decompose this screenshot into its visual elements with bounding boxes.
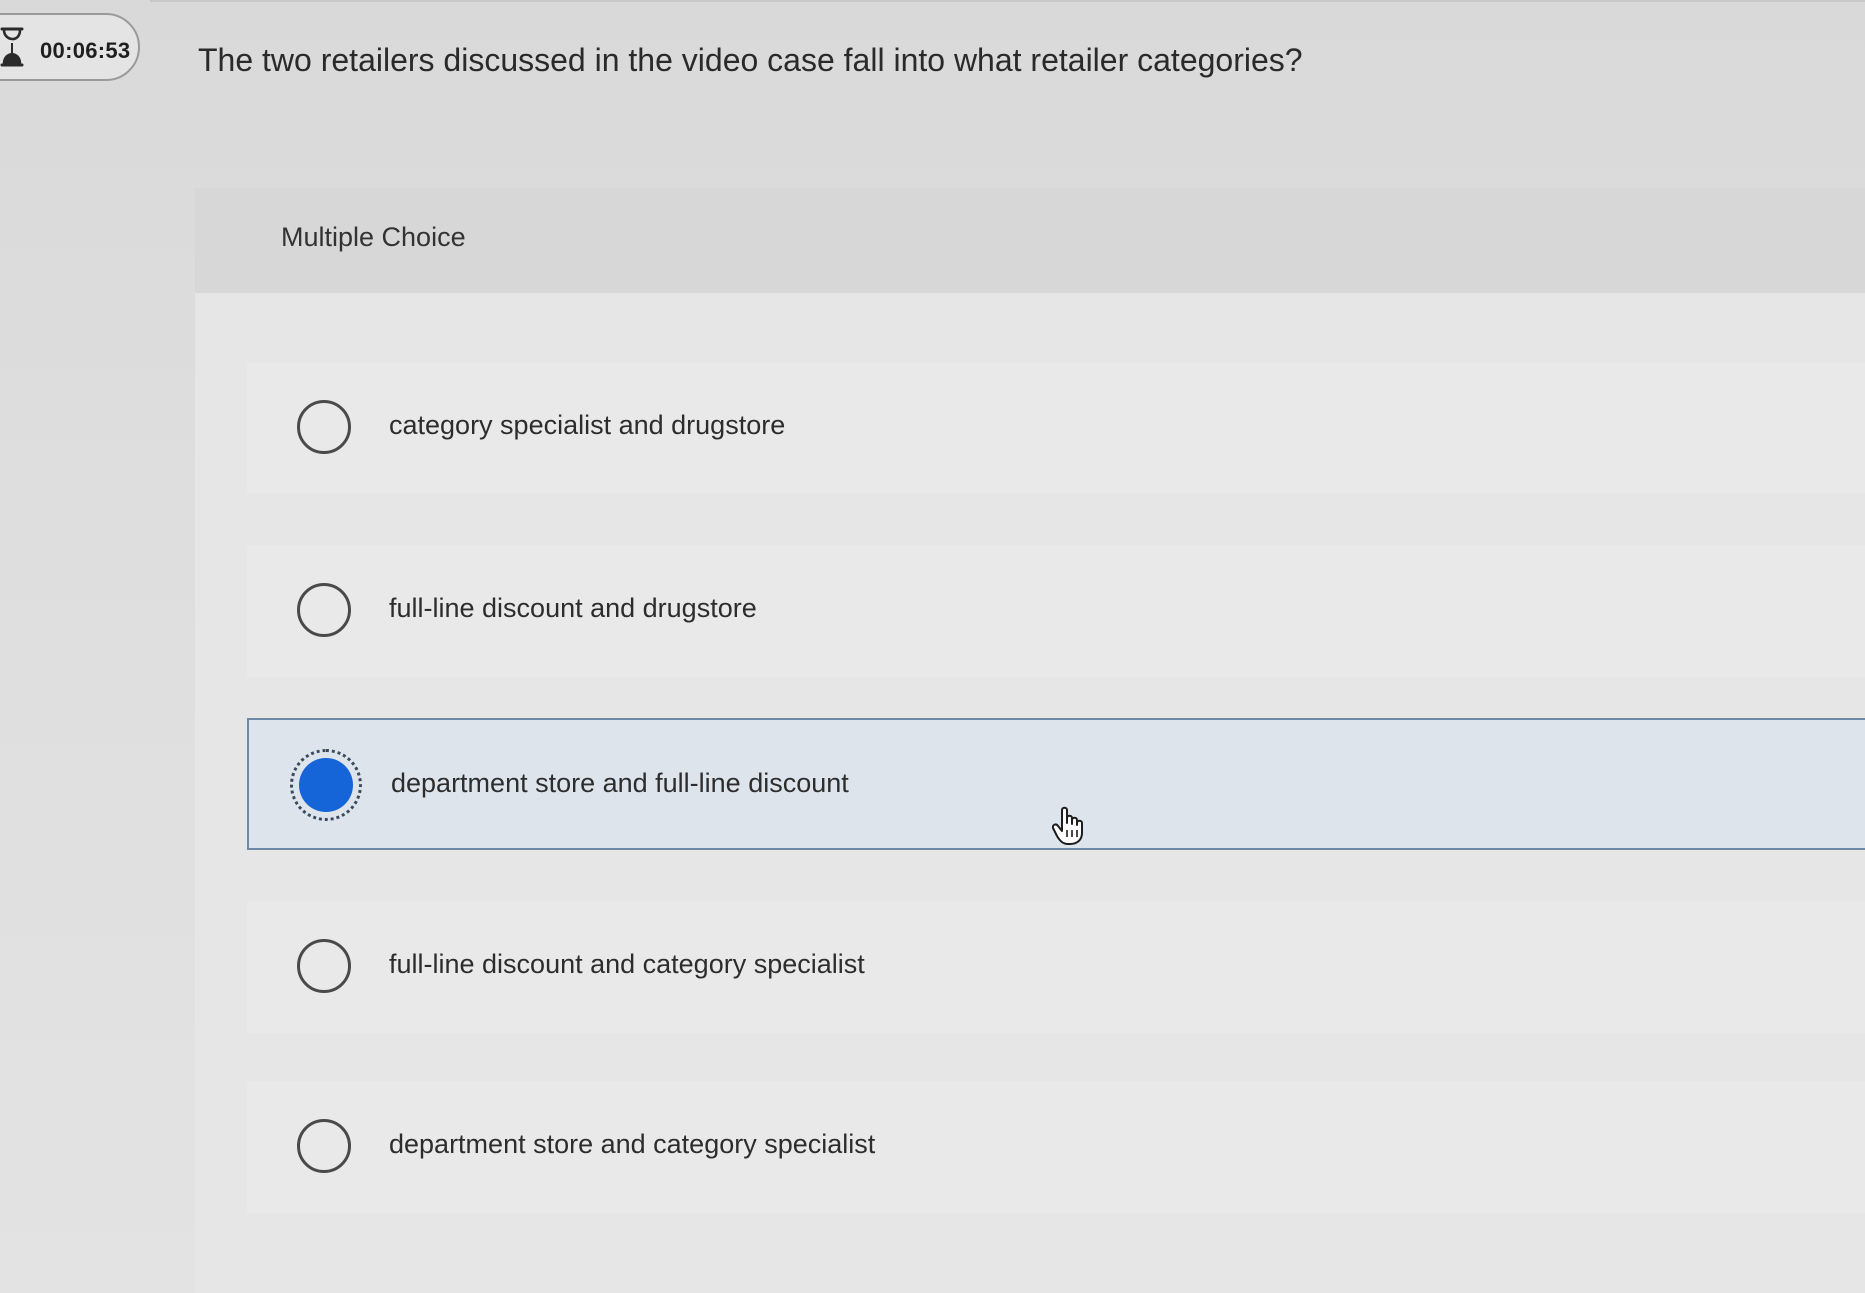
option-label: full-line discount and category speciali… (389, 949, 865, 979)
option-2[interactable]: full-line discount and drugstore (247, 545, 1865, 677)
option-label: department store and category specialist (389, 1129, 876, 1159)
radio-button[interactable] (297, 939, 351, 993)
option-label: category specialist and drugstore (389, 410, 786, 440)
card-header: Multiple Choice (195, 188, 1865, 293)
question-text: The two retailers discussed in the video… (198, 42, 1303, 78)
option-4[interactable]: full-line discount and category speciali… (247, 901, 1865, 1033)
radio-button-checked[interactable] (290, 749, 362, 821)
radio-button[interactable] (297, 1119, 351, 1173)
option-label: department store and full-line discount (391, 768, 849, 798)
quiz-page: 00:06:53 The two retailers discussed in … (0, 0, 1865, 1293)
timer-value: 00:06:53 (40, 38, 131, 63)
option-label: full-line discount and drugstore (389, 593, 757, 623)
hand-cursor-icon (1052, 806, 1083, 845)
option-1[interactable]: category specialist and drugstore (247, 362, 1865, 494)
hourglass-icon (0, 27, 24, 67)
radio-button[interactable] (297, 583, 351, 637)
radio-button[interactable] (297, 400, 351, 454)
question-type-label: Multiple Choice (281, 222, 466, 252)
answer-card: Multiple Choice category specialist and … (195, 188, 1865, 1293)
timer-badge[interactable]: 00:06:53 (0, 13, 140, 81)
option-5[interactable]: department store and category specialist (247, 1081, 1865, 1213)
top-divider (150, 0, 1865, 2)
